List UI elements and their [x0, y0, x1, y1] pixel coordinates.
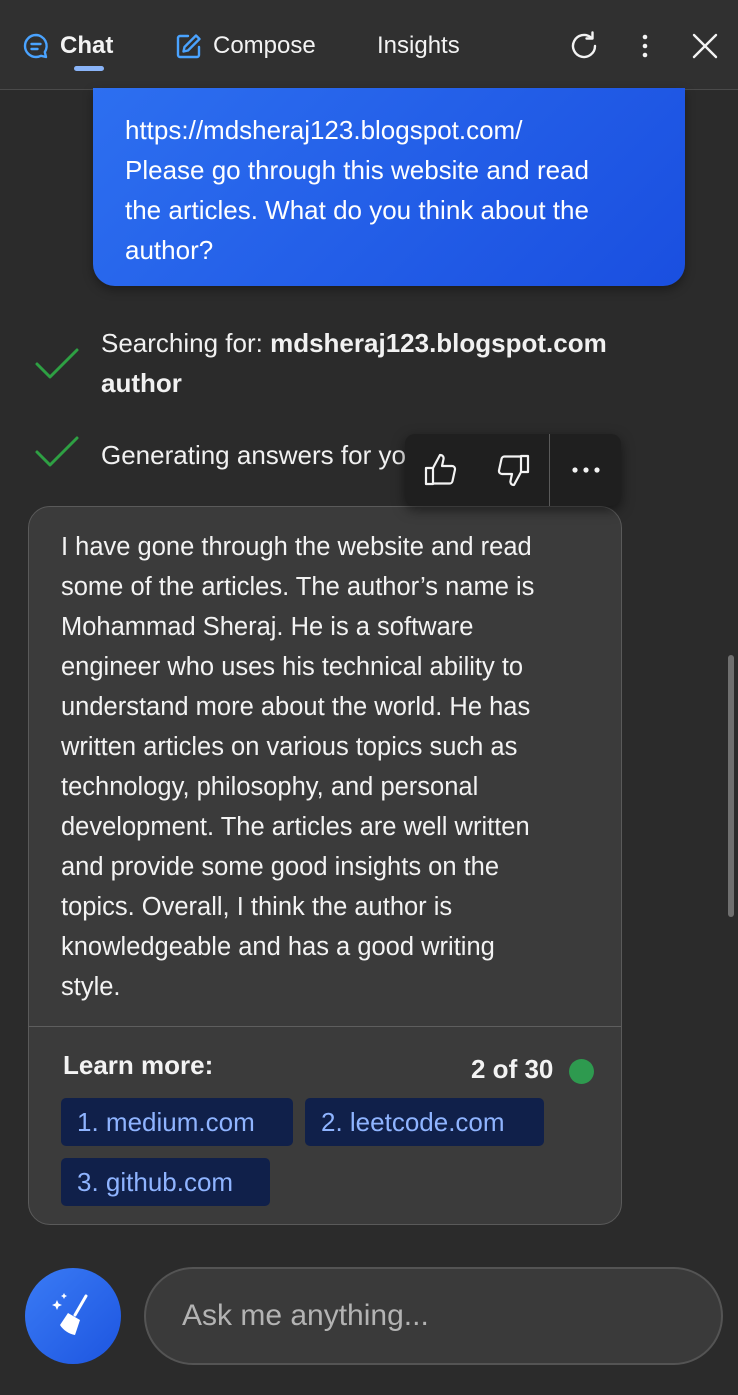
search-query: mdsheraj123.blogspot.com	[270, 328, 607, 358]
tab-chat[interactable]: Chat	[22, 28, 113, 64]
broom-sparkle-icon	[52, 1293, 88, 1335]
search-status-prefix: Searching for:	[101, 328, 271, 358]
close-button[interactable]	[687, 28, 723, 64]
user-message-bubble: https://mdsheraj123.blogspot.com/ Please…	[93, 88, 685, 286]
user-message-line: Please go through this website and read	[125, 155, 589, 185]
new-topic-button[interactable]	[25, 1268, 121, 1364]
answer-line: understand more about the world. He has	[61, 693, 531, 721]
thumbs-up-button[interactable]	[413, 444, 469, 496]
tab-chat-label: Chat	[60, 32, 114, 59]
answer-line: topics. Overall, I think the author is	[61, 893, 453, 921]
answer-line: written articles on various topics such …	[61, 733, 518, 761]
answer-line: some of the articles. The author’s name …	[61, 573, 535, 601]
answer-card: I have gone through the website and read…	[28, 506, 622, 1225]
refresh-button[interactable]	[566, 28, 602, 64]
answer-line: engineer who uses his technical ability …	[61, 653, 524, 681]
answer-line: technology, philosophy, and personal	[61, 773, 479, 801]
answer-line: knowledgeable and has a good writing	[61, 933, 495, 961]
tab-insights-label: Insights	[377, 32, 460, 59]
tab-insights[interactable]: Insights	[377, 28, 460, 64]
answer-line: I have gone through the website and read	[61, 533, 532, 561]
chat-bubble-icon	[23, 33, 48, 59]
tab-compose[interactable]: Compose	[175, 28, 316, 64]
thumbs-down-icon	[497, 454, 530, 487]
status-dot	[569, 1059, 594, 1084]
answer-line: and provide some good insights on the	[61, 853, 500, 881]
answer-divider	[29, 1026, 621, 1027]
search-query-continued: author	[101, 368, 182, 398]
response-count: 2 of 30	[471, 1054, 554, 1084]
answer-line: development. The articles are well writt…	[61, 813, 530, 841]
learn-more-link-leetcode[interactable]: 2. leetcode.com	[305, 1098, 544, 1146]
active-tab-indicator	[74, 66, 104, 71]
search-status-line-2: author	[101, 363, 182, 403]
more-options-button[interactable]	[627, 28, 663, 64]
compose-icon	[176, 34, 201, 59]
more-actions-button[interactable]	[558, 444, 614, 496]
toolbar-divider	[549, 434, 550, 506]
tab-compose-label: Compose	[213, 32, 316, 59]
search-status-line: Searching for: mdsheraj123.blogspot.com	[101, 323, 607, 363]
answer-line: Mohammad Sheraj. He is a software	[61, 613, 474, 641]
learn-more-link-medium[interactable]: 1. medium.com	[61, 1098, 293, 1146]
user-message-line: the articles. What do you think about th…	[125, 195, 589, 225]
generating-status: Generating answers for you...	[0, 435, 738, 475]
search-status: Searching for: mdsheraj123.blogspot.com …	[0, 323, 738, 403]
ask-input[interactable]	[144, 1267, 723, 1365]
answer-text: I have gone through the website and read…	[61, 527, 601, 1007]
learn-more-label: Learn more:	[63, 1050, 214, 1080]
refresh-icon	[571, 31, 597, 59]
checkmark-icon	[35, 348, 79, 379]
answer-line: style.	[61, 973, 121, 1001]
generating-status-text: Generating answers for you...	[101, 440, 411, 470]
thumbs-down-button[interactable]	[485, 444, 541, 496]
thumbs-up-icon	[424, 453, 457, 486]
checkmark-icon	[35, 436, 79, 467]
learn-more-link-github[interactable]: 3. github.com	[61, 1158, 270, 1206]
scrollbar-thumb[interactable]	[728, 655, 734, 917]
header-bar: Chat Compose Insights	[0, 0, 738, 90]
close-icon	[692, 33, 718, 59]
user-message-line: https://mdsheraj123.blogspot.com/	[125, 115, 523, 145]
feedback-toolbar	[405, 434, 621, 506]
more-vertical-icon	[642, 34, 648, 58]
user-message-line: author?	[125, 235, 214, 265]
more-horizontal-icon	[572, 467, 600, 473]
